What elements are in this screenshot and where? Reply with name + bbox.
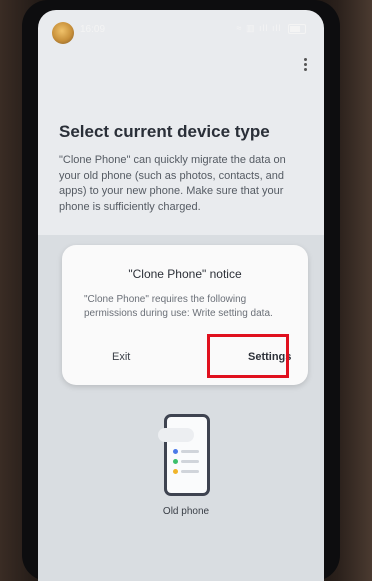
front-camera (52, 22, 74, 44)
battery-icon (288, 23, 306, 34)
status-icons: ≈ ▥ ıll ıll (237, 23, 306, 34)
settings-highlight-box (207, 334, 289, 378)
page-description: "Clone Phone" can quickly migrate the da… (59, 154, 286, 213)
old-phone-label: Old phone (162, 506, 210, 517)
status-bar: 16:09 ≈ ▥ ıll ıll (38, 10, 324, 44)
more-options-icon[interactable] (300, 56, 310, 74)
phone-illustration-icon (164, 414, 210, 496)
page-title: Select current device type (59, 122, 270, 141)
dialog-title: "Clone Phone" notice (128, 267, 242, 281)
old-phone-option[interactable]: Old phone (136, 410, 236, 530)
signal-wifi-icons: ≈ ▥ ıll ıll (236, 23, 282, 33)
phone-illustration-bubble (158, 428, 194, 442)
dialog-message: "Clone Phone" requires the following per… (84, 294, 273, 319)
status-time: 16:09 (80, 24, 106, 35)
phone-screen: 16:09 ≈ ▥ ıll ıll Select current device … (38, 10, 324, 581)
exit-button[interactable]: Exit (112, 351, 130, 363)
